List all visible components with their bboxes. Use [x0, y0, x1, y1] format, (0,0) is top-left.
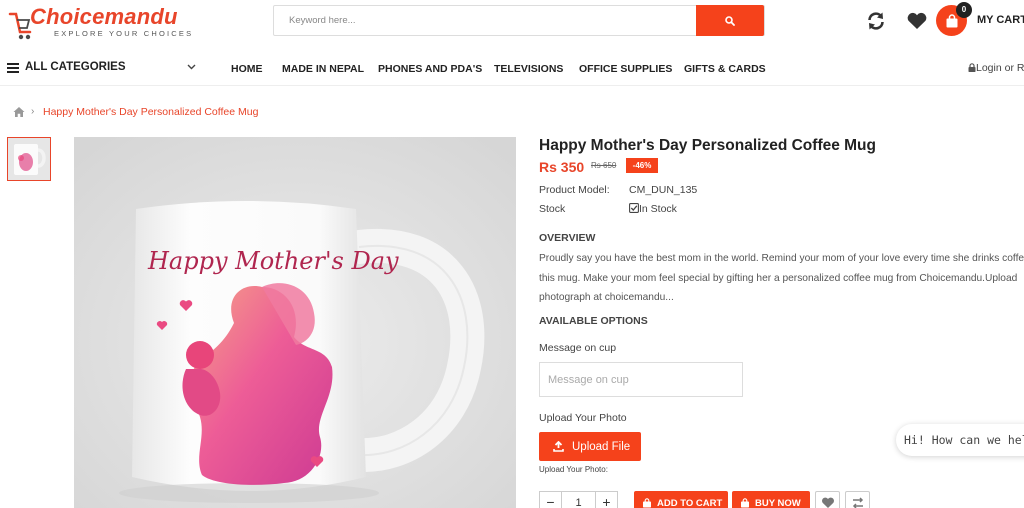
- hamburger-icon: [7, 63, 19, 73]
- search-bar: [273, 5, 765, 36]
- add-to-cart-button[interactable]: ADD TO CART: [634, 491, 728, 508]
- nav-item-phones-and-pdas[interactable]: PHONES AND PDA'S: [378, 63, 482, 75]
- cart-logo-icon: [8, 12, 32, 40]
- wishlist-heart-icon[interactable]: [906, 12, 928, 30]
- main-nav: ALL CATEGORIES HOME MADE IN NEPAL PHONES…: [0, 52, 1024, 86]
- mug-illustration: Happy Mother's Day: [74, 137, 516, 508]
- nav-item-televisions[interactable]: TELEVISIONS: [494, 63, 563, 75]
- product-price: Rs 350: [539, 159, 585, 175]
- upload-note: Upload Your Photo:: [539, 465, 608, 474]
- search-input[interactable]: [274, 6, 698, 35]
- quantity-value[interactable]: 1: [562, 492, 595, 508]
- heart-icon: [821, 497, 834, 508]
- shopping-bag-icon: [946, 13, 957, 27]
- options-heading: AVAILABLE OPTIONS: [539, 315, 648, 327]
- product-thumbnail[interactable]: [7, 137, 51, 181]
- all-categories-label: ALL CATEGORIES: [25, 61, 126, 73]
- model-label: Product Model:: [539, 184, 610, 196]
- message-label: Message on cup: [539, 342, 617, 354]
- buy-now-button[interactable]: BUY NOW: [732, 491, 810, 508]
- login-label: Login or R: [976, 62, 1024, 74]
- product-title: Happy Mother's Day Personalized Coffee M…: [539, 137, 876, 154]
- stock-value: In Stock: [639, 203, 677, 215]
- home-icon[interactable]: [13, 105, 25, 119]
- logo-name: Choicemandu: [30, 4, 178, 29]
- live-chat-bubble[interactable]: Hi! How can we help y: [896, 424, 1024, 456]
- nav-item-home[interactable]: HOME: [231, 63, 263, 75]
- mug-thumbnail-image: [8, 138, 50, 180]
- breadcrumb-current[interactable]: Happy Mother's Day Personalized Coffee M…: [43, 106, 258, 118]
- stock-status: In Stock: [629, 203, 677, 215]
- login-link[interactable]: Login or R: [968, 62, 1024, 74]
- discount-badge: -46%: [626, 158, 658, 173]
- page: Choicemandu EXPLORE YOUR CHOICES 0 MY CA…: [0, 0, 1024, 508]
- compare-icon: [852, 497, 863, 508]
- nav-item-office-supplies[interactable]: OFFICE SUPPLIES: [579, 63, 672, 75]
- quantity-stepper: − 1 +: [539, 491, 618, 508]
- checkbox-checked-icon: [629, 203, 639, 213]
- upload-button-label: Upload File: [572, 440, 631, 453]
- bag-icon: [741, 498, 749, 508]
- nav-item-gifts-and-cards[interactable]: GIFTS & CARDS: [684, 63, 766, 75]
- my-cart-link[interactable]: MY CART: [977, 14, 1024, 26]
- search-icon: [725, 15, 735, 26]
- stock-label: Stock: [539, 203, 566, 215]
- site-logo[interactable]: Choicemandu EXPLORE YOUR CHOICES: [8, 4, 191, 44]
- overview-line: this mug. Make your mom feel special by …: [539, 272, 1018, 284]
- model-value: CM_DUN_135: [629, 184, 698, 196]
- overview-text: Proudly say you have the best mom in the…: [539, 249, 1024, 308]
- chevron-down-icon: [187, 64, 196, 70]
- lock-icon: [968, 63, 976, 72]
- add-to-wishlist-button[interactable]: [815, 491, 840, 508]
- add-to-cart-label: ADD TO CART: [657, 497, 723, 508]
- nav-item-made-in-nepal[interactable]: MADE IN NEPAL: [282, 63, 364, 75]
- overview-line: photograph at choicemandu...: [539, 292, 674, 303]
- logo-tagline: EXPLORE YOUR CHOICES: [54, 29, 194, 38]
- mug-text: Happy Mother's Day: [147, 247, 399, 275]
- quantity-decrease-button[interactable]: −: [540, 492, 562, 508]
- buy-now-label: BUY NOW: [755, 497, 801, 508]
- product-old-price: Rs 650: [591, 161, 617, 170]
- all-categories-menu[interactable]: ALL CATEGORIES: [7, 60, 197, 78]
- upload-file-button[interactable]: Upload File: [539, 432, 641, 461]
- upload-icon: [553, 441, 564, 452]
- product-main-image[interactable]: Happy Mother's Day: [74, 137, 516, 508]
- quantity-increase-button[interactable]: +: [595, 492, 617, 508]
- breadcrumb-separator-icon: ›: [31, 106, 35, 117]
- cart-count-badge: 0: [956, 2, 972, 18]
- overview-line: Proudly say you have the best mom in the…: [539, 253, 1024, 264]
- message-on-cup-input[interactable]: [539, 362, 743, 397]
- overview-heading: OVERVIEW: [539, 232, 596, 244]
- upload-label: Upload Your Photo: [539, 412, 627, 424]
- add-to-compare-button[interactable]: [845, 491, 870, 508]
- compare-refresh-icon[interactable]: [866, 11, 886, 31]
- bag-icon: [643, 498, 651, 508]
- search-button[interactable]: [696, 5, 764, 36]
